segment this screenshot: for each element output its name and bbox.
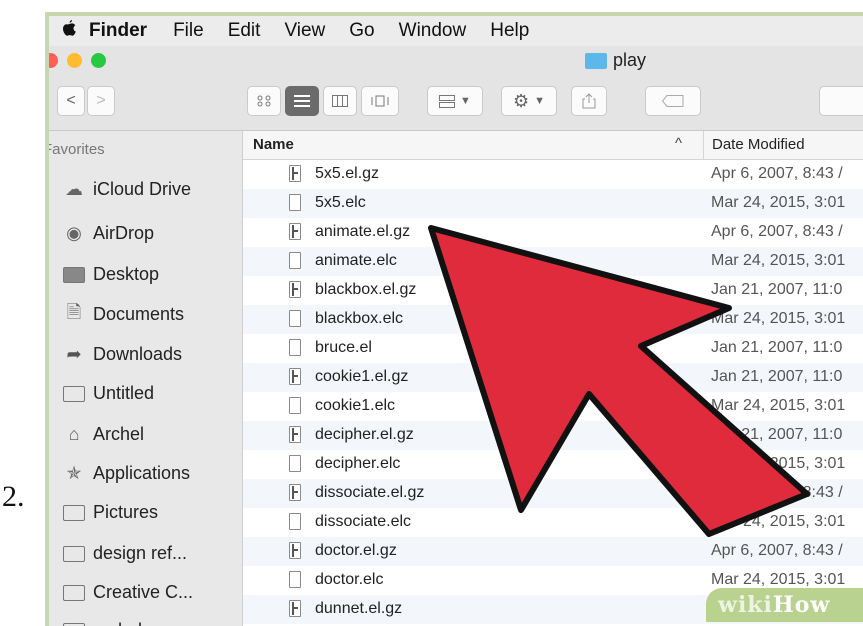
- step-number: 2.: [2, 480, 25, 514]
- red-arrow-pointer: [49, 16, 863, 626]
- watermark-how-text: How: [773, 592, 830, 618]
- arrow-shape: [431, 228, 807, 534]
- wikihow-watermark: wikiHow: [706, 588, 863, 622]
- finder-screenshot: Finder File Edit View Go Window Help pla…: [45, 12, 863, 626]
- watermark-wiki-text: wiki: [718, 592, 773, 618]
